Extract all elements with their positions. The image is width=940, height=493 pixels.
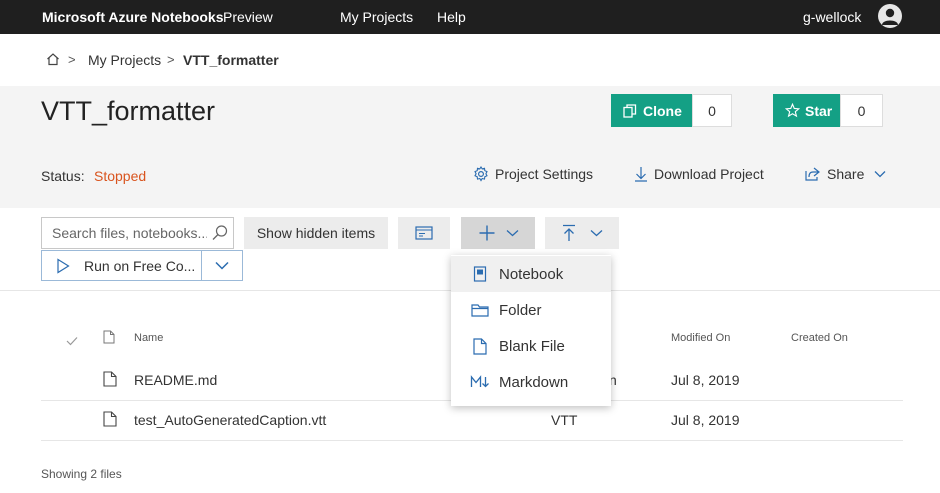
- new-item-button[interactable]: [461, 217, 535, 249]
- folder-icon: [470, 303, 490, 317]
- upload-button[interactable]: [545, 217, 619, 249]
- run-button[interactable]: Run on Free Co...: [41, 250, 202, 281]
- search-input[interactable]: [42, 218, 207, 248]
- star-button[interactable]: Star: [773, 94, 841, 127]
- file-type: VTT: [551, 412, 578, 428]
- clone-label: Clone: [643, 102, 682, 119]
- download-project-label: Download Project: [654, 166, 764, 182]
- breadcrumb: > My Projects > VTT_formatter: [0, 34, 940, 86]
- notebook-icon: [470, 266, 490, 282]
- show-hidden-items-button[interactable]: Show hidden items: [244, 217, 388, 249]
- star-count[interactable]: 0: [840, 94, 883, 127]
- clone-icon: [623, 103, 637, 118]
- menu-item-markdown[interactable]: Markdown: [451, 364, 611, 400]
- breadcrumb-current: VTT_formatter: [183, 52, 279, 68]
- menu-item-folder[interactable]: Folder: [451, 292, 611, 328]
- search-icon[interactable]: [211, 224, 229, 247]
- terminal-button[interactable]: [398, 217, 450, 249]
- user-icon: [882, 8, 898, 25]
- blank-file-icon: [470, 337, 490, 355]
- file-name-link[interactable]: README.md: [134, 372, 217, 388]
- star-label: Star: [805, 102, 833, 119]
- project-header: VTT_formatter Clone 0 Star 0 Status: Sto…: [0, 86, 940, 208]
- menu-item-label: Notebook: [499, 265, 564, 283]
- markdown-icon: [470, 375, 490, 389]
- file-count: Showing 2 files: [41, 467, 122, 481]
- plus-icon: [479, 225, 494, 241]
- gear-icon: [474, 166, 488, 182]
- share-label: Share: [827, 166, 865, 182]
- chevron-down-icon: [590, 230, 602, 237]
- download-project-button[interactable]: Download Project: [634, 166, 764, 182]
- terminal-icon: [415, 226, 433, 240]
- star-icon: [785, 103, 800, 118]
- menu-item-label: Folder: [499, 301, 542, 319]
- column-header-modified[interactable]: Modified On: [671, 332, 730, 344]
- brand-title[interactable]: Microsoft Azure Notebooks: [42, 9, 224, 25]
- status-label: Status:: [41, 168, 85, 184]
- chevron-down-icon: [874, 171, 886, 178]
- row-divider: [41, 440, 903, 441]
- run-options-button[interactable]: [201, 250, 243, 281]
- top-nav-bar: Microsoft Azure Notebooks Preview My Pro…: [0, 0, 940, 34]
- share-icon: [805, 167, 820, 181]
- nav-my-projects[interactable]: My Projects: [340, 9, 413, 25]
- select-all-checkbox[interactable]: [66, 333, 78, 351]
- column-header-created[interactable]: Created On: [791, 332, 848, 344]
- menu-item-blank-file[interactable]: Blank File: [451, 328, 611, 364]
- status-badge: Stopped: [94, 168, 147, 184]
- menu-item-notebook[interactable]: Notebook: [451, 256, 611, 292]
- column-header-name[interactable]: Name: [134, 332, 163, 344]
- breadcrumb-my-projects[interactable]: My Projects: [88, 52, 161, 68]
- new-item-menu: Notebook Folder Blank File Markdown: [451, 255, 611, 406]
- home-icon[interactable]: [46, 52, 60, 71]
- menu-item-label: Markdown: [499, 373, 569, 391]
- search-box: [41, 217, 234, 249]
- breadcrumb-separator: >: [167, 52, 175, 67]
- download-icon: [635, 167, 647, 182]
- project-settings-button[interactable]: Project Settings: [473, 166, 593, 182]
- share-button[interactable]: Share: [805, 166, 886, 182]
- run-label: Run on Free Co...: [84, 257, 196, 274]
- chevron-down-icon: [215, 261, 229, 270]
- breadcrumb-separator: >: [68, 52, 76, 67]
- upload-icon: [562, 224, 575, 241]
- nav-help[interactable]: Help: [437, 9, 466, 25]
- preview-label: Preview: [223, 9, 273, 25]
- file-modified: Jul 8, 2019: [671, 372, 740, 388]
- page-title: VTT_formatter: [41, 96, 216, 126]
- avatar[interactable]: [878, 4, 902, 28]
- play-icon: [57, 257, 70, 274]
- project-settings-label: Project Settings: [495, 166, 594, 182]
- file-modified: Jul 8, 2019: [671, 412, 740, 428]
- user-name[interactable]: g-wellock: [803, 9, 861, 25]
- file-icon: [103, 411, 117, 432]
- file-type-icon: [103, 330, 115, 349]
- file-icon: [103, 371, 117, 392]
- menu-item-label: Blank File: [499, 337, 565, 355]
- clone-count[interactable]: 0: [692, 94, 732, 127]
- file-name-link[interactable]: test_AutoGeneratedCaption.vtt: [134, 412, 326, 428]
- clone-button[interactable]: Clone: [611, 94, 693, 127]
- chevron-down-icon: [506, 230, 518, 237]
